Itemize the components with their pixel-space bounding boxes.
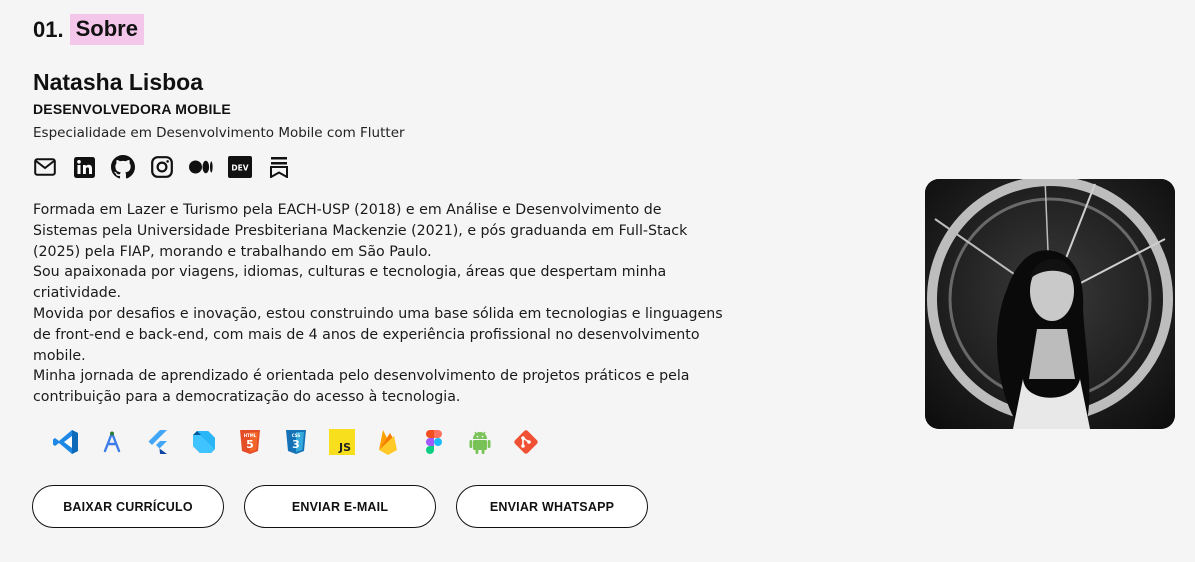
action-buttons: BAIXAR CURRÍCULO ENVIAR E-MAIL ENVIAR WH… xyxy=(32,485,648,528)
css3-icon: CSS 3 xyxy=(282,428,309,455)
instagram-icon[interactable] xyxy=(150,155,174,179)
github-icon[interactable] xyxy=(111,155,135,179)
bio-paragraph: Formada em Lazer e Turismo pela EACH-USP… xyxy=(33,202,688,260)
android-studio-icon xyxy=(98,428,125,455)
send-whatsapp-button[interactable]: ENVIAR WHATSAPP xyxy=(456,485,648,528)
android-icon xyxy=(466,428,493,455)
bio-text: Formada em Lazer e Turismo pela EACH-USP… xyxy=(33,200,723,408)
firebase-icon xyxy=(374,428,401,455)
section-heading: 01. Sobre xyxy=(33,14,144,45)
bio-paragraph: Minha jornada de aprendizado é orientada… xyxy=(33,368,690,406)
section-number: 01. xyxy=(33,16,64,42)
medium-icon[interactable] xyxy=(189,155,213,179)
linkedin-icon[interactable] xyxy=(72,155,96,179)
download-resume-button[interactable]: BAIXAR CURRÍCULO xyxy=(32,485,224,528)
tech-stack: HTML 5 CSS 3 JS xyxy=(52,428,558,455)
section-title: Sobre xyxy=(69,14,144,45)
bio-paragraph: Movida por desafios e inovação, estou co… xyxy=(33,305,723,364)
profile-photo xyxy=(925,179,1175,429)
dart-icon xyxy=(190,428,217,455)
git-icon xyxy=(512,428,539,455)
profile-name: Natasha Lisboa xyxy=(33,69,203,95)
profile-specialty: Especialidade em Desenvolvimento Mobile … xyxy=(33,125,405,141)
html5-icon: HTML 5 xyxy=(236,428,263,455)
javascript-icon: JS xyxy=(328,428,355,455)
mail-icon[interactable] xyxy=(33,155,57,179)
svg-text:3: 3 xyxy=(292,438,300,451)
dev-icon[interactable]: DEV xyxy=(228,155,252,179)
bookmark-icon[interactable] xyxy=(267,155,291,179)
flutter-icon xyxy=(144,428,171,455)
svg-text:5: 5 xyxy=(246,438,254,451)
profile-role: DESENVOLVEDORA MOBILE xyxy=(33,101,231,117)
javascript-icon-label: JS xyxy=(337,441,350,454)
vscode-icon xyxy=(52,428,79,455)
bio-paragraph: Sou apaixonada por viagens, idiomas, cul… xyxy=(33,264,667,302)
social-links: DEV xyxy=(33,155,306,179)
dev-icon-label: DEV xyxy=(231,164,248,173)
send-email-button[interactable]: ENVIAR E-MAIL xyxy=(244,485,436,528)
figma-icon xyxy=(420,428,447,455)
